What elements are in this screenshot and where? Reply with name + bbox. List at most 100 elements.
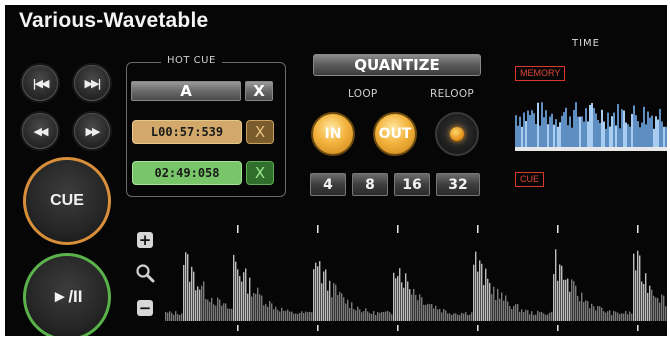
- overview-bar: [545, 110, 547, 147]
- loop-beat-8-button[interactable]: 8: [352, 173, 388, 196]
- waveform-bar: [345, 303, 347, 321]
- overview-bar: [653, 128, 655, 147]
- zoom-in-button[interactable]: +: [137, 231, 153, 249]
- waveform-bar: [421, 297, 423, 321]
- hot-cue-slot-2-delete[interactable]: X: [246, 161, 274, 185]
- reloop-button[interactable]: [435, 112, 479, 156]
- waveform-bar: [243, 272, 245, 321]
- waveform-bar: [309, 311, 311, 321]
- reloop-label: RELOOP: [430, 88, 475, 100]
- overview-bar: [635, 115, 637, 147]
- waveform-bar: [213, 304, 215, 321]
- waveform-bar: [323, 271, 325, 321]
- overview-bar: [591, 103, 593, 147]
- waveform-bar: [407, 281, 409, 321]
- waveform-bar: [505, 295, 507, 321]
- overview-bar: [651, 115, 653, 147]
- waveform-bar: [251, 296, 253, 321]
- waveform-bar: [223, 303, 225, 321]
- overview-bar: [575, 102, 577, 147]
- hot-cue-slot-1-delete[interactable]: X: [246, 120, 274, 144]
- waveform-bar: [205, 299, 207, 321]
- overview-bar: [647, 111, 649, 147]
- waveform-bar: [521, 309, 523, 321]
- waveform-bar: [489, 282, 491, 321]
- waveform-bar: [369, 313, 371, 321]
- waveform-bar: [515, 304, 517, 321]
- hot-cue-slot-1[interactable]: L00:57:539: [132, 120, 242, 144]
- overview-bar: [615, 125, 617, 147]
- waveform-bar: [483, 284, 485, 321]
- waveform-bar: [599, 306, 601, 321]
- waveform-bar: [605, 312, 607, 321]
- overview-bar: [557, 126, 559, 147]
- waveform-bar: [525, 309, 527, 321]
- overview-bar: [611, 116, 613, 147]
- waveform-bar: [181, 313, 183, 321]
- time-label: TIME: [572, 38, 601, 49]
- waveform-bar: [625, 311, 627, 321]
- overview-bar: [649, 117, 651, 147]
- waveform-bar: [387, 310, 389, 321]
- rewind-button[interactable]: ◀◀: [22, 113, 58, 149]
- waveform-bar: [481, 263, 483, 321]
- waveform-bar: [177, 314, 179, 321]
- cue-button[interactable]: CUE: [23, 157, 111, 245]
- waveform-bar: [627, 314, 629, 321]
- waveform-bar: [437, 309, 439, 321]
- waveform-bar: [185, 252, 187, 321]
- hot-cue-delete-all-button[interactable]: X: [245, 81, 273, 101]
- waveform-bar: [485, 268, 487, 321]
- play-pause-button[interactable]: ►/II: [23, 253, 111, 336]
- waveform-bar: [425, 304, 427, 321]
- waveform-bar: [607, 311, 609, 321]
- beat-marker: [477, 225, 479, 233]
- waveform-bar: [203, 281, 205, 321]
- waveform-bar: [563, 279, 565, 321]
- waveform-bar: [311, 312, 313, 321]
- waveform-bar: [513, 306, 515, 321]
- overview-bar: [529, 115, 531, 147]
- next-track-button[interactable]: ▶▶|: [74, 65, 110, 101]
- waveform-bar: [557, 280, 559, 321]
- waveform-bar: [269, 301, 271, 321]
- overview-bar: [577, 116, 579, 147]
- overview-bar: [525, 121, 527, 147]
- waveform-bar: [379, 312, 381, 321]
- waveform-bar: [593, 306, 595, 321]
- main-waveform[interactable]: [165, 219, 667, 331]
- overview-bar: [607, 112, 609, 147]
- waveform-bar: [449, 313, 451, 321]
- overview-bar: [603, 121, 605, 147]
- zoom-out-button[interactable]: −: [137, 299, 153, 317]
- waveform-bar: [293, 313, 295, 321]
- waveform-bar: [501, 292, 503, 321]
- waveform-bar: [527, 310, 529, 321]
- overview-bar: [581, 116, 583, 147]
- fast-forward-button[interactable]: ▶▶: [74, 113, 110, 149]
- loop-in-button[interactable]: IN: [311, 112, 355, 156]
- quantize-button[interactable]: QUANTIZE: [313, 54, 481, 76]
- waveform-bar: [427, 303, 429, 321]
- overview-bar: [539, 125, 541, 147]
- beat-marker: [397, 325, 399, 331]
- waveform-bar: [553, 274, 555, 321]
- overview-waveform[interactable]: [515, 101, 667, 151]
- loop-out-button[interactable]: OUT: [373, 112, 417, 156]
- waveform-bar: [457, 314, 459, 321]
- loop-beat-32-button[interactable]: 32: [436, 173, 480, 196]
- waveform-bar: [197, 286, 199, 321]
- waveform-bar: [165, 311, 167, 321]
- waveform-bar: [295, 313, 297, 321]
- waveform-bar: [535, 314, 537, 321]
- waveform-bar: [171, 312, 173, 321]
- waveform-bar: [523, 312, 525, 321]
- loop-beat-16-button[interactable]: 16: [394, 173, 430, 196]
- hot-cue-bank-selector[interactable]: A: [131, 81, 241, 101]
- prev-track-button[interactable]: |◀◀: [22, 65, 58, 101]
- waveform-bar: [397, 275, 399, 321]
- magnifier-icon[interactable]: [135, 263, 155, 283]
- loop-beat-4-button[interactable]: 4: [310, 173, 346, 196]
- hot-cue-slot-2[interactable]: 02:49:058: [132, 161, 242, 185]
- waveform-bar: [305, 311, 307, 321]
